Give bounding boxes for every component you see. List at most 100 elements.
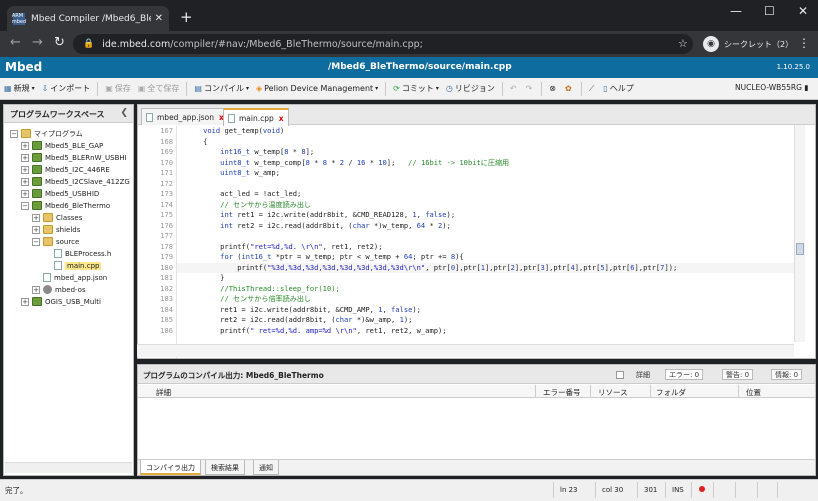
help-button[interactable]: ▯ ヘルプ [603, 83, 633, 94]
details-checkbox[interactable] [616, 370, 624, 379]
wand-button[interactable]: ⟋ [589, 84, 597, 94]
scroll-thumb[interactable] [796, 243, 804, 255]
expand-icon[interactable]: + [21, 153, 29, 162]
tree-item[interactable]: + shields [32, 224, 80, 235]
undo-button[interactable]: ↶ [510, 84, 519, 93]
code-line[interactable]: int16_t w_temp[8 * 8]; [186, 147, 314, 158]
warning-count[interactable]: 警告: 0 [722, 369, 754, 380]
expand-icon[interactable]: + [21, 141, 29, 150]
collapse-panel-icon[interactable]: ❮ [120, 108, 128, 118]
output-title: プログラムのコンパイル出力: Mbed6_BleThermo [143, 371, 324, 380]
expand-icon[interactable]: + [21, 177, 29, 186]
code-line[interactable]: for (int16_t *ptr = w_temp; ptr < w_temp… [186, 252, 463, 263]
tab-compiler-output[interactable]: コンパイラ出力 [140, 460, 201, 475]
workspace-hscrollbar[interactable] [5, 462, 132, 473]
expand-icon[interactable]: + [21, 165, 29, 174]
code-line[interactable]: ret2 = i2c.read(addr8bit, (char *)&w_amp… [186, 315, 412, 326]
maximize-icon[interactable]: ☐ [764, 4, 775, 18]
code-line[interactable]: ret1 = i2c.write(addr8bit, &CMD_AMP, 1, … [186, 305, 421, 316]
expand-icon[interactable]: + [21, 189, 29, 198]
collapse-icon[interactable]: − [21, 201, 29, 210]
code-line[interactable]: void get_temp(void) [186, 126, 284, 137]
editor-hscrollbar[interactable] [137, 344, 794, 357]
tab-search-results[interactable]: 検索結果 [205, 460, 245, 475]
code-line[interactable]: { [186, 137, 207, 148]
save-button[interactable]: ▣ 保存 [105, 83, 131, 94]
code-line[interactable]: printf("%3d,%3d,%3d,%3d,%3d,%3d,%3d,%3d\… [186, 263, 677, 274]
tree-item[interactable]: + Mbed5_I2C_446RE [21, 164, 110, 175]
expand-icon[interactable]: + [21, 297, 29, 306]
tree-item[interactable]: − Mbed6_BleThermo [21, 200, 110, 211]
tree-item[interactable]: + Mbed5_BLERnW_USBHI [21, 152, 127, 163]
line-number: 184 [160, 304, 173, 314]
find-button[interactable]: ⊗ [549, 84, 558, 93]
new-button[interactable]: ▦ 新規 ▾ [4, 83, 35, 94]
code-area[interactable]: 167 void get_temp(void) 168 {169 int16_t … [138, 126, 802, 358]
editor-vscrollbar[interactable] [794, 125, 805, 342]
expand-icon[interactable]: + [32, 225, 40, 234]
back-icon[interactable]: ← [10, 35, 21, 50]
col-resource[interactable]: リソース [598, 387, 628, 398]
line-number: 172 [160, 178, 173, 188]
tree-root[interactable]: − マイプログラム [10, 128, 83, 139]
expand-icon[interactable]: + [32, 285, 40, 294]
col-location[interactable]: 位置 [746, 387, 761, 398]
tree-item-selected[interactable]: main.cpp [54, 260, 102, 271]
browser-tab[interactable]: ARM mbed Mbed Compiler /Mbed6_BleThermo … [7, 6, 169, 31]
commit-button[interactable]: ⟳ コミット ▾ [393, 83, 439, 94]
expand-icon[interactable]: + [32, 213, 40, 222]
code-line[interactable]: int ret2 = i2c.read(addr8bit, (char *)w_… [186, 221, 451, 232]
pelion-button[interactable]: ◈ Pelion Device Management ▾ [256, 84, 378, 93]
collapse-icon[interactable]: − [10, 129, 18, 138]
reload-icon[interactable]: ↻ [54, 35, 65, 50]
error-count[interactable]: エラー: 0 [665, 369, 704, 380]
line-number: 185 [160, 315, 173, 324]
window-close-icon[interactable]: ✕ [798, 4, 808, 18]
mbed-logo[interactable]: Mbed [5, 60, 42, 74]
details-toggle[interactable]: 詳細 [616, 369, 650, 380]
collapse-icon[interactable]: − [32, 237, 40, 246]
code-line[interactable]: int ret1 = i2c.write(addr8bit, &CMD_READ… [186, 210, 455, 221]
code-line[interactable]: } [186, 273, 224, 284]
tree-item[interactable]: + Mbed5_USBHID [21, 188, 99, 199]
code-line[interactable]: // センサから温度読み出し [186, 200, 311, 211]
info-count[interactable]: 情報: 0 [771, 369, 803, 380]
col-details[interactable]: 詳細 [156, 387, 171, 398]
bookmark-star-icon[interactable]: ☆ [678, 37, 688, 50]
tree-item[interactable]: − source [32, 236, 79, 247]
close-tab-icon[interactable]: ✕ [155, 13, 163, 24]
revision-button[interactable]: ◷ リビジョン [446, 83, 495, 94]
target-device-button[interactable]: NUCLEO-WB55RG ▮ [735, 83, 808, 92]
col-folder[interactable]: フォルダ [656, 387, 686, 398]
tree-item[interactable]: + OGIS_USB_Multi [21, 296, 101, 307]
code-line[interactable]: uint8_t w_amp; [186, 168, 280, 179]
tab-mbed-app-json[interactable]: mbed_app.json x [141, 108, 229, 125]
tab-main-cpp[interactable]: main.cpp x [223, 108, 289, 126]
format-button[interactable]: ✿ [565, 84, 574, 93]
close-tab-icon[interactable]: x [279, 114, 284, 123]
compile-button[interactable]: ▤ コンパイル ▾ [194, 83, 249, 94]
code-line[interactable]: act_led = !act_led; [186, 189, 301, 200]
redo-button[interactable]: ↷ [526, 84, 535, 93]
minimize-icon[interactable]: — [730, 4, 742, 18]
address-bar[interactable]: 🔒 ide.mbed.com/compiler/#nav:/Mbed6_BleT… [73, 34, 693, 54]
tree-item[interactable]: + Mbed5_I2CSlave_412ZG [21, 176, 130, 187]
browser-menu-icon[interactable]: ⋮ [798, 36, 810, 50]
col-error-number[interactable]: エラー番号 [543, 387, 581, 398]
code-line[interactable]: printf(" ret=%d,%d. amp=%d \r\n", ret1, … [186, 326, 446, 337]
new-tab-icon[interactable]: + [180, 8, 193, 26]
tree-item[interactable]: BLEProcess.h [54, 248, 111, 259]
tree-item[interactable]: + Mbed5_BLE_GAP [21, 140, 103, 151]
tree-item[interactable]: + Classes [32, 212, 82, 223]
tree-item[interactable]: + mbed-os [32, 284, 86, 295]
code-line[interactable]: //ThisThread::sleep_for(10); [186, 284, 340, 295]
code-line[interactable]: printf("ret=%d,%d. \r\n", ret1, ret2); [186, 242, 382, 253]
import-button[interactable]: ⇩ インポート [42, 83, 91, 94]
code-line[interactable]: // センサから倍率読み出し [186, 294, 311, 305]
forward-icon[interactable]: → [32, 35, 43, 50]
incognito-indicator[interactable]: ◉ シークレット（2） [703, 34, 793, 54]
tree-item[interactable]: mbed_app.json [43, 272, 107, 283]
code-line[interactable]: uint8_t w_temp_comp[8 * 8 * 2 / 16 * 10]… [186, 158, 509, 169]
tab-notifications[interactable]: 通知 [253, 460, 279, 475]
save-all-button[interactable]: ▣ 全て保存 [138, 83, 180, 94]
